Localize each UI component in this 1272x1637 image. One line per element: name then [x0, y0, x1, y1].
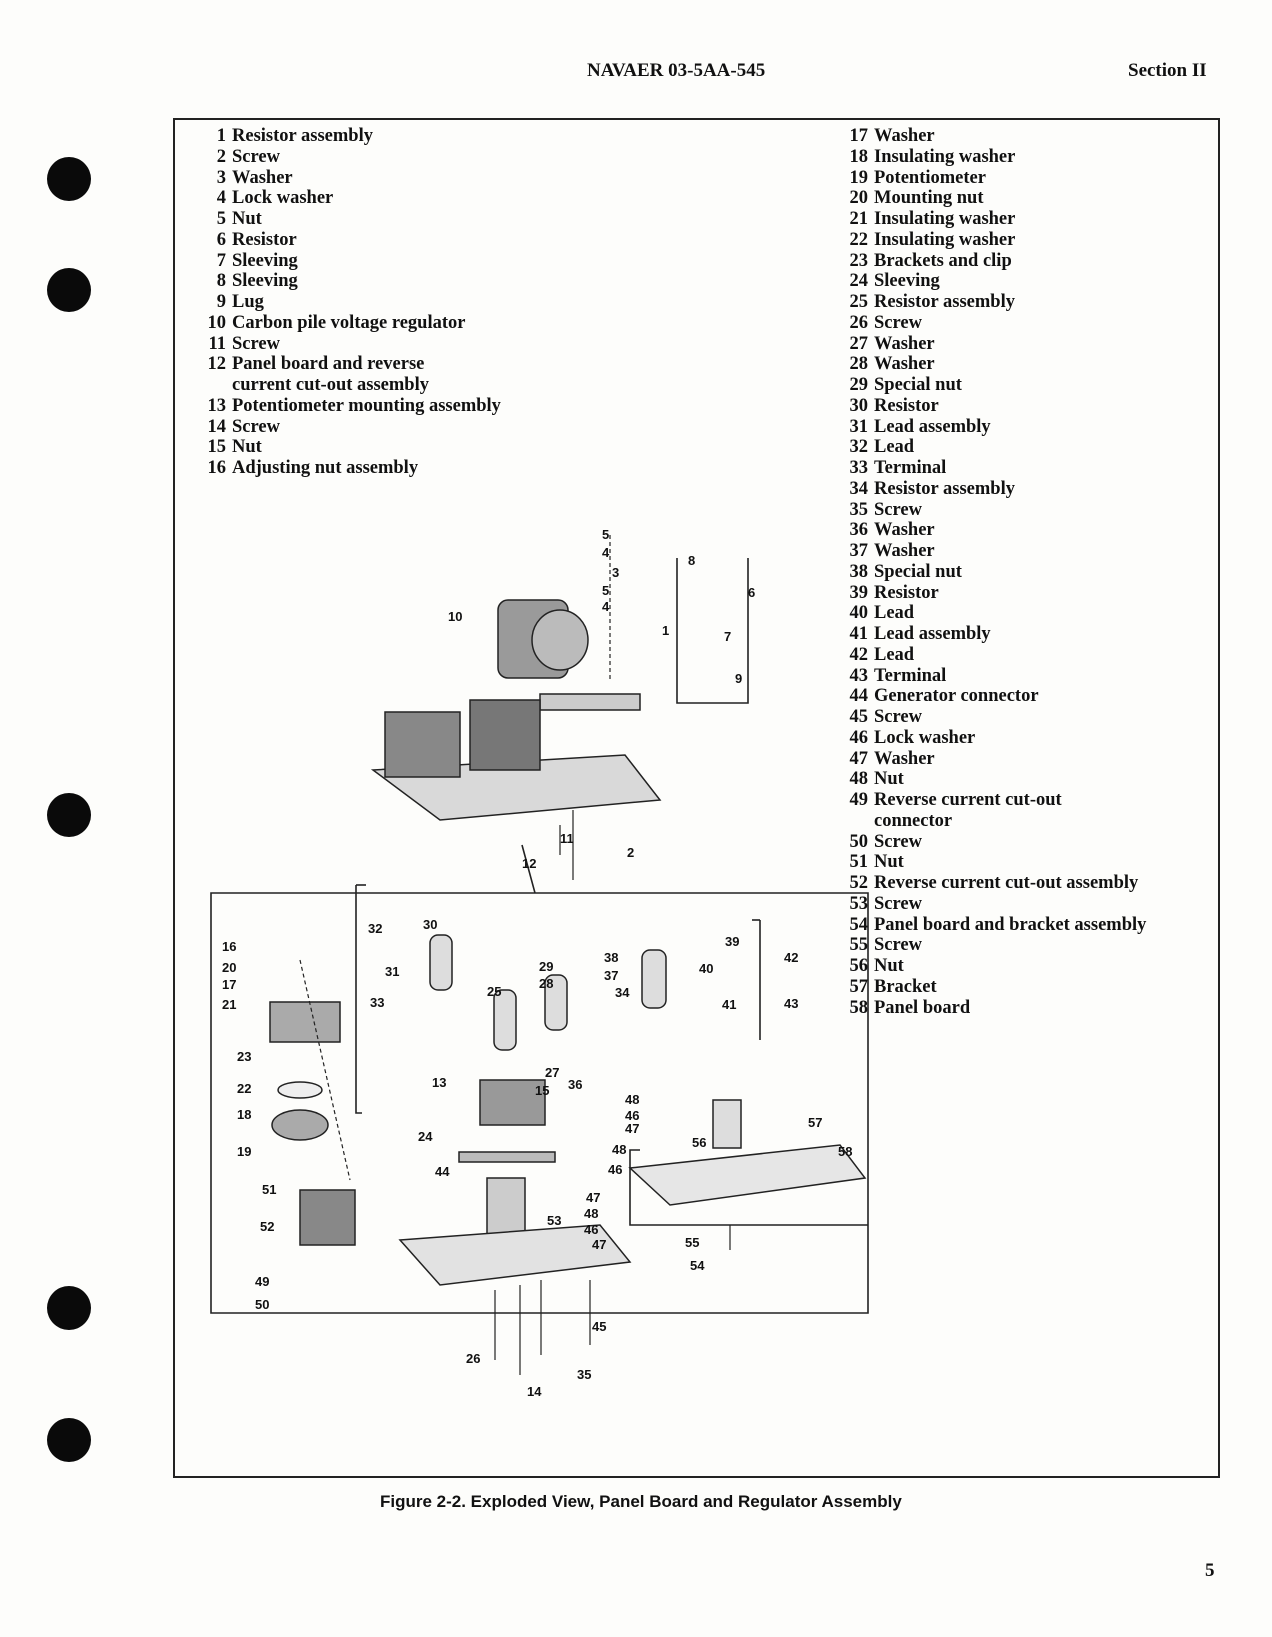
callout-number: 38 — [604, 950, 619, 965]
callout-number: 31 — [385, 964, 400, 979]
callout-number: 4 — [602, 545, 610, 560]
callout-number: 26 — [466, 1351, 481, 1366]
callout-number: 10 — [448, 609, 463, 624]
callout-number: 52 — [260, 1219, 275, 1234]
callout-number: 27 — [545, 1065, 560, 1080]
callout-number: 1 — [662, 623, 670, 638]
callout-number: 29 — [539, 959, 554, 974]
callout-number: 5 — [602, 583, 610, 598]
callout-number: 37 — [604, 968, 619, 983]
callout-number: 11 — [560, 831, 574, 846]
callout-number: 51 — [262, 1182, 277, 1197]
callout-number: 55 — [685, 1235, 700, 1250]
callout-number: 39 — [725, 934, 740, 949]
callout-number: 53 — [547, 1213, 562, 1228]
callout-number: 47 — [586, 1190, 601, 1205]
callout-number: 48 — [584, 1206, 599, 1221]
callout-number: 40 — [699, 961, 714, 976]
callout-number: 48 — [612, 1142, 627, 1157]
figure-caption: Figure 2-2. Exploded View, Panel Board a… — [380, 1492, 902, 1511]
callout-number: 5 — [602, 527, 610, 542]
callout-number: 30 — [423, 917, 438, 932]
callout-number: 54 — [690, 1258, 705, 1273]
callout-number: 49 — [255, 1274, 270, 1289]
callout-number: 7 — [724, 629, 732, 644]
callout-number: 14 — [527, 1384, 542, 1399]
callout-number: 3 — [612, 565, 620, 580]
callout-number: 46 — [608, 1162, 623, 1177]
callout-number: 50 — [255, 1297, 270, 1312]
callout-number: 9 — [735, 671, 743, 686]
callout-number: 57 — [808, 1115, 823, 1130]
callout-number: 36 — [568, 1077, 583, 1092]
callout-number: 47 — [592, 1237, 607, 1252]
callout-number: 21 — [222, 997, 237, 1012]
callout-number: 17 — [222, 977, 237, 992]
callout-number: 18 — [237, 1107, 252, 1122]
callout-number: 28 — [539, 976, 554, 991]
callout-number: 2 — [627, 845, 635, 860]
callout-number: 44 — [435, 1164, 450, 1179]
callout-number: 41 — [722, 997, 737, 1012]
callout-number: 19 — [237, 1144, 252, 1159]
callout-number: 58 — [838, 1144, 853, 1159]
callout-number: 32 — [368, 921, 383, 936]
panel-board-58 — [628, 1144, 867, 1206]
callout-number: 33 — [370, 995, 385, 1010]
callout-number: 35 — [577, 1367, 592, 1382]
callout-number: 22 — [237, 1081, 252, 1096]
callout-number: 8 — [688, 553, 696, 568]
callout-number: 4 — [602, 599, 610, 614]
callout-number: 20 — [222, 960, 237, 975]
callout-number: 34 — [615, 985, 630, 1000]
exploded-view-drawing — [210, 535, 869, 1375]
callout-number: 48 — [625, 1092, 640, 1107]
callout-number: 23 — [237, 1049, 252, 1064]
callout-number: 46 — [584, 1222, 599, 1237]
callout-number: 25 — [487, 984, 502, 999]
callout-box — [355, 885, 362, 1114]
callout-number: 6 — [748, 585, 756, 600]
callout-number: 24 — [418, 1129, 433, 1144]
callout-number: 45 — [592, 1319, 607, 1334]
callout-number: 12 — [522, 856, 537, 871]
page-number: 5 — [1205, 1560, 1215, 1581]
callout-number: 13 — [432, 1075, 447, 1090]
callout-number: 56 — [692, 1135, 707, 1150]
callout-number: 42 — [784, 950, 799, 965]
callout-number: 43 — [784, 996, 799, 1011]
callout-number: 16 — [222, 939, 237, 954]
callout-number: 47 — [625, 1121, 640, 1136]
callout-number: 15 — [535, 1083, 550, 1098]
